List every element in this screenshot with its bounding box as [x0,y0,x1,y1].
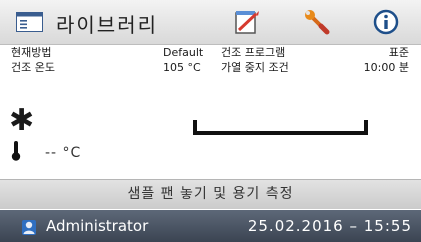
user-name[interactable]: Administrator [46,217,148,235]
drying-program-value: 표준 [388,46,409,59]
info-button[interactable] [372,8,400,36]
footer-bar: Administrator 25.02.2016 – 15:55 [0,210,421,242]
temperature-readout: -- °C [45,145,82,161]
status-message: 샘플 팬 놓기 및 용기 측정 [127,186,294,202]
stop-condition-value: 10:00 분 [363,61,409,74]
drying-program-label: 건조 프로그램 [221,46,286,59]
edit-icon [235,11,259,34]
unstable-indicator-icon: ✱ [9,103,35,138]
page-title: 라이브러리 [56,13,158,37]
header-bar: 라이브러리 [0,0,421,45]
status-bar: 샘플 팬 놓기 및 용기 측정 [0,179,421,209]
current-method-label: 현재방법 [11,46,52,59]
info-icon [373,9,399,35]
drying-temp-label: 건조 온도 [11,61,55,74]
date-time: 25.02.2016 – 15:55 [247,217,412,235]
user-icon[interactable] [20,217,38,237]
edit-button[interactable] [233,8,261,36]
current-method-value: Default [163,46,204,59]
weighing-pan-indicator [193,120,368,135]
library-icon[interactable] [16,12,43,32]
stop-condition-label: 가열 중지 조건 [221,61,289,74]
tools-button[interactable] [303,8,331,36]
drying-temp-value: 105 °C [163,61,201,74]
tools-icon [305,10,330,35]
thermometer-icon [11,141,21,161]
